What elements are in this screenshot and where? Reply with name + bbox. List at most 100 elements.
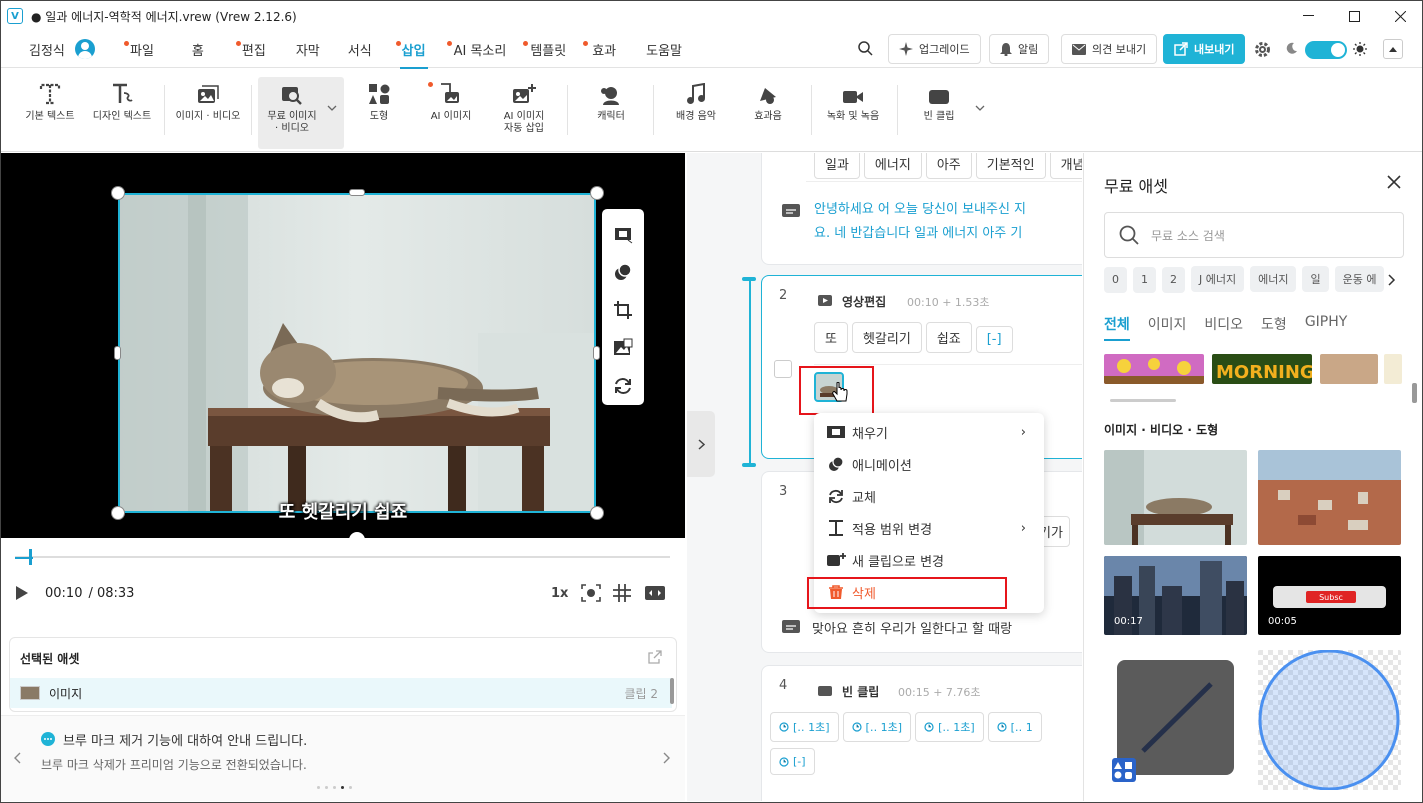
upgrade-button[interactable]: 업그레이드 <box>888 34 981 64</box>
word-chip[interactable]: [-] <box>975 326 1013 353</box>
feedback-button[interactable]: 의견 보내기 <box>1061 34 1158 64</box>
selected-asset-row[interactable]: 이미지 클립 2 <box>10 678 672 708</box>
tool-sfx[interactable]: 효과음 <box>741 79 795 149</box>
refresh-icon[interactable] <box>613 367 633 405</box>
menu-item-fill[interactable]: 채우기 › <box>826 419 1032 445</box>
keyword-chip[interactable]: 1 <box>1133 266 1156 293</box>
tab-effects[interactable]: 효과 <box>578 31 630 68</box>
tab-file[interactable]: 파일 <box>114 31 170 68</box>
keyword-chip[interactable]: 0 <box>1104 266 1127 293</box>
expand-panel-button[interactable] <box>687 411 715 477</box>
export-button[interactable]: 내보내기 <box>1163 34 1246 64</box>
tool-ai-image-auto[interactable]: AI 이미지 자동 삽입 <box>493 79 555 149</box>
resize-handle[interactable] <box>590 186 604 200</box>
menu-item-change-range[interactable]: 적용 범위 변경 › <box>826 515 1032 541</box>
asset-search-input[interactable]: 무료 소스 검색 <box>1104 212 1404 258</box>
fill-icon[interactable] <box>613 215 633 253</box>
resize-handle[interactable] <box>349 189 365 196</box>
play-icon[interactable] <box>15 585 29 601</box>
user-profile[interactable]: 김정식 <box>29 39 95 59</box>
filter-tab-shape[interactable]: 도형 <box>1261 314 1287 341</box>
pagination-dots[interactable] <box>317 786 352 789</box>
collapse-ribbon-button[interactable] <box>1383 39 1403 59</box>
tool-bgm[interactable]: 배경 음악 <box>667 79 725 149</box>
asset-thumbnail-city[interactable] <box>1258 450 1401 545</box>
maximize-button[interactable] <box>1331 1 1377 31</box>
settings-gear-icon[interactable] <box>1254 41 1271 58</box>
pause-pill[interactable]: [‥ 1초] <box>770 712 839 742</box>
menu-item-replace[interactable]: 교체 <box>826 483 1032 509</box>
vertical-scrollbar[interactable] <box>1412 383 1417 403</box>
tool-image-video[interactable]: 이미지 · 비디오 <box>171 79 245 149</box>
crop-icon[interactable] <box>613 291 633 329</box>
word-chip[interactable]: 또 <box>814 322 848 353</box>
word-chip[interactable]: 일과 <box>814 153 860 179</box>
clip-card-1[interactable]: 일과에너지아주기본적인개념 안녕하세요 어 오늘 당신이 보내주신 지요. 네 … <box>761 153 1082 265</box>
horizontal-scrollbar[interactable] <box>1110 399 1176 402</box>
tab-help[interactable]: 도움말 <box>630 31 698 68</box>
clip-card-4[interactable]: 4 빈 클립 00:15 + 7.76초 [‥ 1초] [‥ 1초] [‥ 1초… <box>761 665 1082 801</box>
open-external-icon[interactable] <box>648 650 662 664</box>
chips-next-chevron-icon[interactable] <box>1388 274 1396 286</box>
word-chip[interactable]: 쉽죠 <box>925 322 972 353</box>
tool-design-text[interactable]: 디자인 텍스트 <box>87 79 157 149</box>
word-chip[interactable]: 개념 <box>1049 153 1082 179</box>
replace-image-icon[interactable] <box>613 329 633 367</box>
clip-text[interactable]: 안녕하세요 어 오늘 당신이 보내주신 지 요. 네 반갑습니다 일과 에너지 아… <box>814 198 1026 246</box>
chevron-down-icon[interactable] <box>327 105 337 111</box>
speed-button[interactable]: 1x <box>551 586 568 601</box>
filter-tab-giphy[interactable]: GIPHY <box>1305 314 1348 341</box>
tab-template[interactable]: 템플릿 <box>518 31 578 68</box>
tab-ai-voice[interactable]: AI 목소리 <box>442 31 519 68</box>
keyword-chip[interactable]: J 에너지 <box>1191 266 1245 292</box>
tool-basic-text[interactable]: 기본 텍스트 <box>21 79 79 149</box>
tab-subtitle[interactable]: 자막 <box>282 31 334 68</box>
asset-thumbnail[interactable] <box>1384 354 1402 384</box>
tab-edit[interactable]: 편집 <box>226 31 282 68</box>
search-icon[interactable] <box>858 41 873 56</box>
pause-pill[interactable]: [‥ 1 <box>987 712 1042 742</box>
close-window-button[interactable] <box>1377 1 1423 31</box>
toolbar-more-chevron-icon[interactable] <box>975 105 985 111</box>
animation-icon[interactable] <box>613 253 633 291</box>
filter-tab-image[interactable]: 이미지 <box>1148 314 1187 341</box>
asset-shape-circle[interactable] <box>1258 650 1401 790</box>
clip-text[interactable]: 맞아요 흔히 우리가 일한다고 할 때랑 <box>812 618 1012 637</box>
asset-thumbnail-cat[interactable] <box>1104 450 1247 545</box>
word-chip[interactable]: 에너지 <box>863 153 922 179</box>
clip-checkbox[interactable] <box>774 360 792 378</box>
chevron-right-icon[interactable] <box>663 752 671 764</box>
pause-pill[interactable]: [‥ 1초] <box>915 712 984 742</box>
tool-character[interactable]: 캐릭터 <box>583 79 639 149</box>
keyword-chip[interactable]: 2 <box>1162 266 1185 293</box>
seek-track[interactable] <box>15 556 670 558</box>
keyword-chip[interactable]: 일 <box>1302 266 1329 292</box>
resize-handle[interactable] <box>114 346 121 360</box>
tool-record[interactable]: 녹화 및 녹음 <box>821 79 885 149</box>
video-preview[interactable]: 또 헷갈리기 쉽죠 <box>1 153 685 538</box>
tab-insert[interactable]: 삽입 <box>386 31 442 69</box>
menu-item-animation[interactable]: 애니메이션 <box>826 451 1032 477</box>
tool-shapes[interactable]: 도형 <box>351 79 407 149</box>
tool-free-image-video[interactable]: 무료 이미지 · 비디오 <box>259 79 325 149</box>
grid-icon[interactable] <box>613 584 631 602</box>
screenshot-icon[interactable] <box>581 584 601 602</box>
minimize-button[interactable] <box>1285 1 1331 31</box>
filter-tab-video[interactable]: 비디오 <box>1204 314 1243 341</box>
clip-range-marker[interactable] <box>742 277 756 467</box>
tool-blank-clip[interactable]: 빈 클립 <box>911 79 967 149</box>
chevron-left-icon[interactable] <box>13 752 21 764</box>
theme-toggle[interactable] <box>1305 41 1347 59</box>
filter-tab-all[interactable]: 전체 <box>1104 314 1130 341</box>
menu-item-new-clip[interactable]: 새 클립으로 변경 <box>826 547 1032 573</box>
keyword-chip[interactable]: 에너지 <box>1250 266 1297 292</box>
aspect-ratio-icon[interactable] <box>644 585 666 601</box>
pause-pill[interactable]: [‥ 1초] <box>842 712 912 742</box>
asset-video-subscribe[interactable]: Subsc 00:05 <box>1258 556 1401 635</box>
word-chip[interactable]: 기본적인 <box>975 153 1046 179</box>
alarm-button[interactable]: 알림 <box>989 34 1050 64</box>
asset-thumbnail[interactable] <box>1104 354 1204 384</box>
tab-home[interactable]: 홈 <box>170 31 226 68</box>
asset-video-skyline[interactable]: 00:17 <box>1104 556 1247 635</box>
tab-format[interactable]: 서식 <box>334 31 386 68</box>
